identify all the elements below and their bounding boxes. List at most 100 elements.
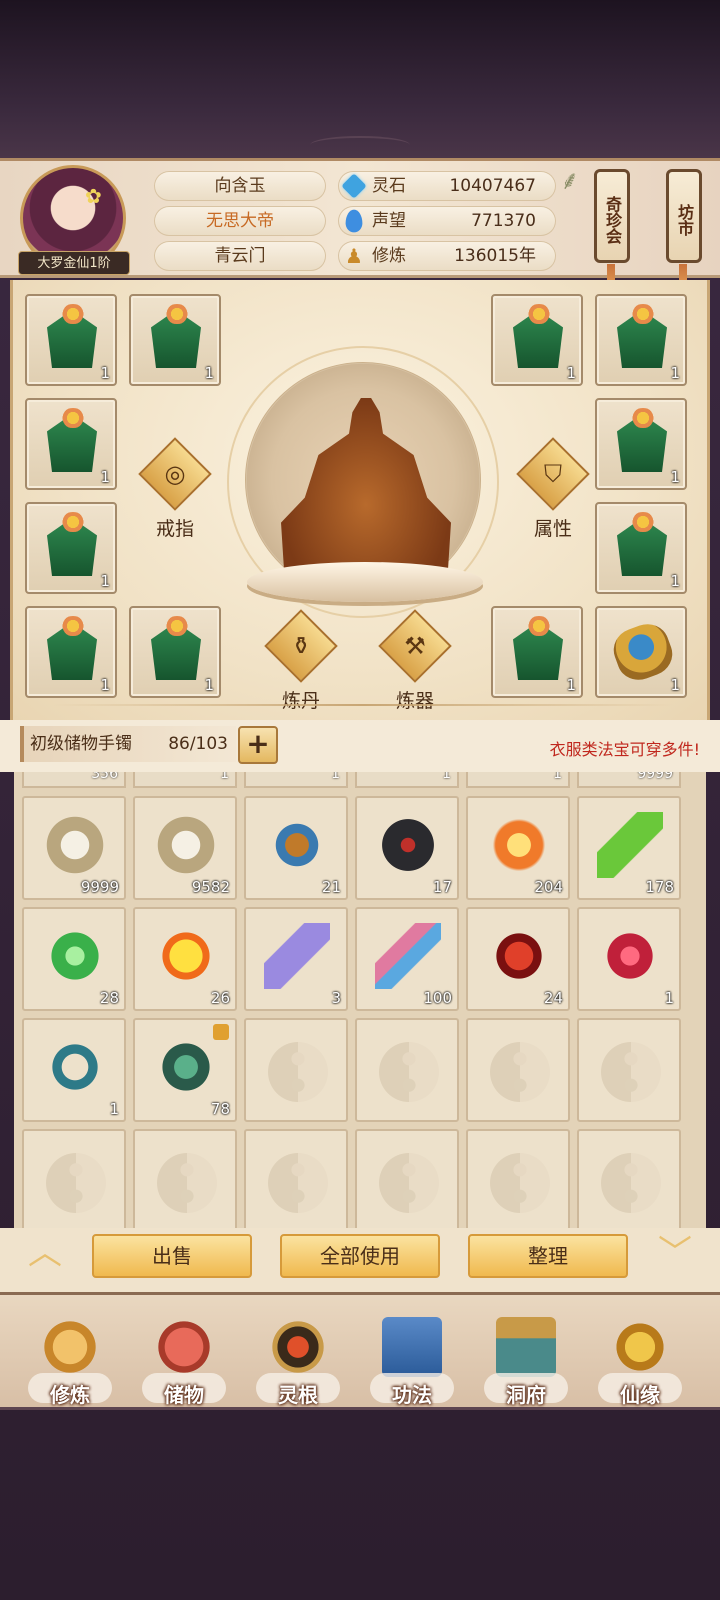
empty-cell[interactable] — [244, 1129, 348, 1233]
cell-qty: 9999 — [637, 772, 673, 782]
equip-slot[interactable]: 1 — [129, 606, 221, 698]
beast-icon — [153, 1034, 219, 1100]
anvil-icon: ⚒ — [404, 632, 426, 660]
bag-item-fire-orb[interactable]: 26 — [133, 907, 237, 1011]
gourd-icon — [610, 1317, 670, 1377]
equipment-panel: 1 1 1 1 1 1 1 1 1 1 1 1 ◎ 戒指 ⛉ 属性 ⚱ 炼丹 ⚒… — [10, 280, 710, 720]
expand-bag-button[interactable]: + — [238, 726, 278, 764]
equip-slot[interactable]: 1 — [491, 606, 583, 698]
slot-qty: 1 — [204, 676, 214, 694]
bag-item-purple-talisman[interactable]: 3 — [244, 907, 348, 1011]
bag-item-stone-talisman[interactable]: 9999 — [22, 796, 126, 900]
attributes-button[interactable]: ⛉ 属性 — [513, 437, 593, 548]
player-title: 无思大帝 — [154, 206, 326, 236]
bag-item-dark-rune-stone[interactable]: 17 — [355, 796, 459, 900]
sort-button[interactable]: 整理 — [468, 1234, 628, 1278]
stat-label: 灵石 — [372, 176, 406, 196]
equip-slot[interactable]: 1 — [25, 294, 117, 386]
slot-qty: 1 — [100, 676, 110, 694]
bag-item-blue-scroll[interactable]: 100 — [355, 907, 459, 1011]
fire-orb-icon — [153, 923, 219, 989]
partial-cell[interactable]: 9999 — [577, 772, 681, 788]
flower-icon — [163, 616, 191, 636]
rank-tag: 大罗金仙1阶 — [18, 251, 130, 275]
slot-qty: 1 — [566, 364, 576, 382]
nav-spirit-root[interactable]: 灵根 — [250, 1309, 346, 1409]
slot-qty: 1 — [566, 676, 576, 694]
equip-slot[interactable]: 1 — [595, 398, 687, 490]
bag-item-red-orb[interactable]: 24 — [466, 907, 570, 1011]
cave-abode-icon — [496, 1317, 556, 1377]
yin-yang-icon — [379, 1153, 439, 1213]
jade-scroll-icon — [597, 812, 663, 878]
equip-slot[interactable]: 1 — [25, 502, 117, 594]
top-dark-band — [0, 0, 720, 158]
flower-icon — [163, 304, 191, 324]
equip-slot[interactable]: 1 — [129, 294, 221, 386]
partial-cell[interactable]: 356 — [22, 772, 126, 788]
flower-icon: ✿ — [85, 184, 102, 208]
empty-cell[interactable] — [466, 1129, 570, 1233]
equip-slot[interactable]: 1 — [25, 606, 117, 698]
empty-cell[interactable] — [355, 1129, 459, 1233]
equip-slot[interactable]: 1 — [25, 398, 117, 490]
bag-item-stone-talisman[interactable]: 9582 — [133, 796, 237, 900]
forge-label: 炼器 — [395, 690, 434, 712]
cell-qty: 356 — [91, 772, 118, 782]
scroll-up-arrow-icon[interactable]: ︿ — [20, 1236, 70, 1270]
item-qty: 21 — [321, 878, 341, 896]
bag-grid[interactable]: 356 1 1 1 1 9999 9999 9582 21 17 204 178… — [14, 772, 706, 1248]
bag-item-fire-crystal[interactable]: 204 — [466, 796, 570, 900]
wind-orb-icon — [42, 923, 108, 989]
item-qty: 9582 — [191, 878, 230, 896]
bag-item-jade-scroll[interactable]: 178 — [577, 796, 681, 900]
item-qty: 178 — [645, 878, 674, 896]
nav-storage[interactable]: 储物 — [136, 1309, 232, 1409]
bag-item-red-lotus[interactable]: 1 — [577, 907, 681, 1011]
sell-button[interactable]: 出售 — [92, 1234, 252, 1278]
yin-yang-icon — [379, 1042, 439, 1102]
nav-technique[interactable]: 功法 — [364, 1309, 460, 1409]
equip-slot[interactable]: 1 — [595, 606, 687, 698]
flower-icon — [59, 616, 87, 636]
slot-qty: 1 — [670, 676, 680, 694]
red-orb-icon — [486, 923, 552, 989]
pedestal — [247, 562, 483, 602]
stat-value: 136015年 — [454, 246, 536, 266]
equip-slot[interactable]: 1 — [595, 502, 687, 594]
stat-reputation: 声望 771370 — [338, 206, 556, 236]
bag-item-green-wind-orb[interactable]: 28 — [22, 907, 126, 1011]
storage-bag-icon — [154, 1317, 214, 1377]
hat-icon: ⛉ — [544, 460, 562, 488]
scroll-down-arrow-icon[interactable]: ﹀ — [650, 1236, 700, 1270]
bag-item-dragon-root[interactable]: 21 — [244, 796, 348, 900]
partial-cell[interactable]: 1 — [133, 772, 237, 788]
equip-slot[interactable]: 1 — [595, 294, 687, 386]
empty-cell[interactable] — [133, 1129, 237, 1233]
ring-button[interactable]: ◎ 戒指 — [135, 437, 215, 548]
bag-item-green-beast[interactable]: 78 — [133, 1018, 237, 1122]
empty-cell[interactable] — [355, 1018, 459, 1122]
empty-cell[interactable] — [22, 1129, 126, 1233]
bag-item-jade-bracelet[interactable]: 1 — [22, 1018, 126, 1122]
empty-cell[interactable] — [577, 1129, 681, 1233]
empty-cell[interactable] — [577, 1018, 681, 1122]
nav-label: 修炼 — [50, 1383, 90, 1407]
nav-fate[interactable]: 仙缘 — [592, 1309, 688, 1409]
partial-cell[interactable]: 1 — [466, 772, 570, 788]
nav-label: 储物 — [164, 1383, 204, 1407]
nav-cultivate[interactable]: 修炼 — [22, 1309, 118, 1409]
partial-cell[interactable]: 1 — [244, 772, 348, 788]
empty-cell[interactable] — [244, 1018, 348, 1122]
stat-spirit-stone: 灵石 10407467 — [338, 171, 556, 201]
partial-cell[interactable]: 1 — [355, 772, 459, 788]
equip-slot[interactable]: 1 — [491, 294, 583, 386]
market-button[interactable]: 坊市 — [666, 169, 702, 292]
treasure-auction-button[interactable]: 奇珍会 — [594, 169, 630, 292]
yin-yang-icon — [268, 1153, 328, 1213]
empty-cell[interactable] — [466, 1018, 570, 1122]
nav-cave-abode[interactable]: 洞府 — [478, 1309, 574, 1409]
use-all-button[interactable]: 全部使用 — [280, 1234, 440, 1278]
nav-label: 功法 — [392, 1383, 432, 1407]
item-qty: 204 — [534, 878, 563, 896]
